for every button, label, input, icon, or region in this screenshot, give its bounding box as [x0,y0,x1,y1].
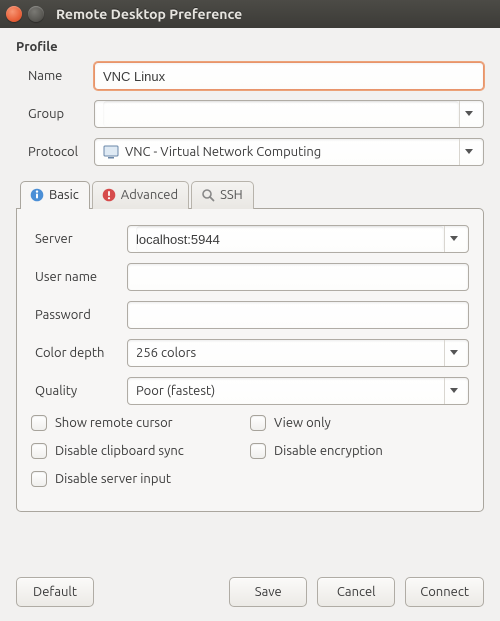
group-label: Group [16,107,94,121]
quality-label: Quality [31,384,127,398]
check-disable-encryption[interactable]: Disable encryption [250,443,469,459]
check-label: Disable encryption [274,444,383,458]
connect-button[interactable]: Connect [405,577,484,607]
server-label: Server [31,232,127,246]
check-show-remote-cursor[interactable]: Show remote cursor [31,415,250,431]
warning-icon [101,187,117,203]
username-input[interactable] [127,263,469,291]
checkbox-icon [250,443,266,459]
password-label: Password [31,308,127,322]
quality-value: Poor (fastest) [136,384,444,398]
check-disable-server-input[interactable]: Disable server input [31,471,250,487]
check-label: Disable clipboard sync [55,444,184,458]
content: Profile Name Group Protocol VNC - Virtua… [0,28,500,522]
info-icon [29,187,45,203]
chevron-down-icon[interactable] [459,139,477,165]
tab-panel-basic: Server User name Password Color depth 25… [16,208,484,512]
chevron-down-icon[interactable] [444,378,462,404]
default-button[interactable]: Default [16,577,94,607]
protocol-label: Protocol [16,145,94,159]
window-title: Remote Desktop Preference [56,6,242,22]
checkbox-icon [31,471,47,487]
check-label: View only [274,416,331,430]
tab-ssh-label: SSH [220,188,243,202]
colordepth-label: Color depth [31,346,127,360]
group-input[interactable] [103,101,459,127]
cancel-button[interactable]: Cancel [317,577,395,607]
name-label: Name [16,69,94,83]
check-label: Disable server input [55,472,171,486]
close-icon[interactable] [6,6,22,22]
colordepth-value: 256 colors [136,346,444,360]
server-combo[interactable] [127,225,469,253]
checkbox-icon [250,415,266,431]
search-icon [200,187,216,203]
checkbox-icon [31,415,47,431]
tab-basic-label: Basic [49,188,79,202]
quality-combo[interactable]: Poor (fastest) [127,377,469,405]
titlebar: Remote Desktop Preference [0,0,500,28]
protocol-value: VNC - Virtual Network Computing [125,145,321,159]
chevron-down-icon[interactable] [444,226,462,252]
check-label: Show remote cursor [55,416,173,430]
protocol-combo[interactable]: VNC - Virtual Network Computing [94,138,484,166]
check-view-only[interactable]: View only [250,415,469,431]
minimize-icon[interactable] [28,6,44,22]
chevron-down-icon[interactable] [459,101,477,127]
check-disable-clipboard[interactable]: Disable clipboard sync [31,443,250,459]
save-button[interactable]: Save [229,577,307,607]
checkbox-group: Show remote cursor View only Disable cli… [31,415,469,499]
name-input[interactable] [94,62,484,90]
footer: Default Save Cancel Connect [0,567,500,621]
tab-advanced-label: Advanced [121,188,178,202]
username-label: User name [31,270,127,284]
colordepth-combo[interactable]: 256 colors [127,339,469,367]
vnc-icon [103,144,119,160]
tab-bar: Basic Advanced SSH [16,180,484,208]
tab-advanced[interactable]: Advanced [92,181,189,209]
group-combo[interactable] [94,100,484,128]
password-input[interactable] [127,301,469,329]
checkbox-icon [31,443,47,459]
server-input[interactable] [136,226,444,252]
profile-heading: Profile [16,40,484,54]
tab-basic[interactable]: Basic [20,181,90,209]
tab-ssh[interactable]: SSH [191,181,254,209]
chevron-down-icon[interactable] [444,340,462,366]
